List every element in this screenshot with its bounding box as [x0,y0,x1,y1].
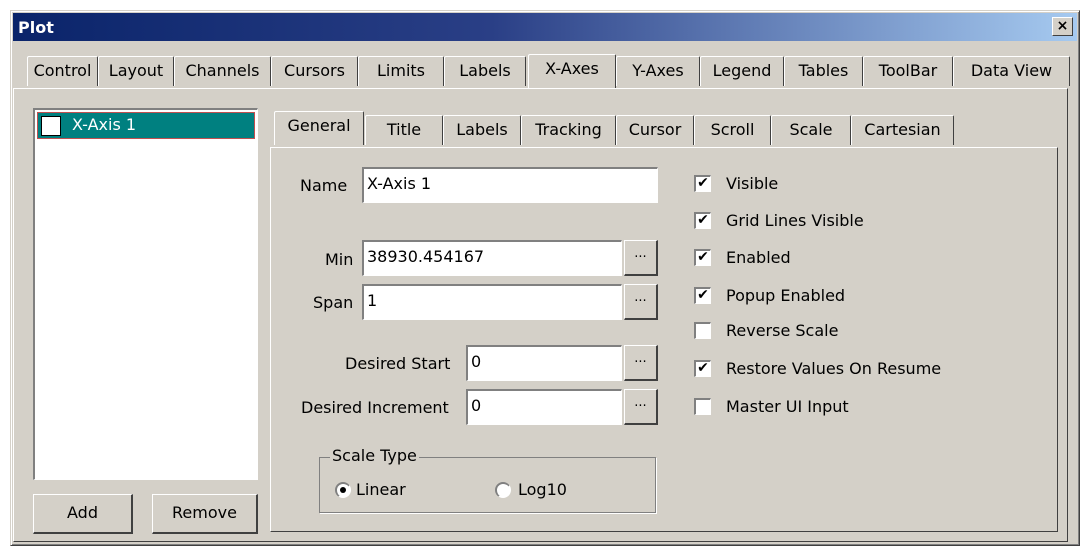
popup-enabled-label[interactable]: Popup Enabled [726,286,845,305]
tab-inner-labels[interactable]: Labels [443,115,521,145]
log10-radio[interactable] [495,482,511,498]
desired-increment-field[interactable]: 0 [466,389,622,425]
span-browse-button[interactable]: ... [624,284,658,320]
tab-labels[interactable]: Labels [444,56,526,86]
tab-tracking[interactable]: Tracking [521,115,616,145]
tab-scroll[interactable]: Scroll [694,115,771,145]
add-button[interactable]: Add [33,494,133,534]
linear-radio[interactable] [335,482,351,498]
restore-values-checkbox[interactable]: ✔ [694,360,711,377]
axis-list[interactable]: X-Axis 1 [33,108,258,480]
tab-limits[interactable]: Limits [358,56,444,86]
reverse-scale-checkbox[interactable] [694,322,711,339]
name-label: Name [300,176,348,195]
tab-scale[interactable]: Scale [771,115,851,145]
tab-x-axes[interactable]: X-Axes [528,54,616,88]
tab-tables[interactable]: Tables [784,56,863,86]
visible-label[interactable]: Visible [726,174,778,193]
tab-channels[interactable]: Channels [174,56,271,86]
desired-start-browse-button[interactable]: ... [624,345,658,381]
desired-start-label: Desired Start [345,354,451,373]
log10-label[interactable]: Log10 [518,480,567,499]
tab-legend[interactable]: Legend [700,56,784,86]
master-ui-input-checkbox[interactable] [694,398,711,415]
min-field[interactable]: 38930.454167 [362,240,622,276]
min-browse-button[interactable]: ... [624,240,658,276]
list-item-checkbox[interactable] [41,116,61,136]
visible-checkbox[interactable]: ✔ [694,175,711,192]
remove-button[interactable]: Remove [152,494,258,534]
tab-y-axes[interactable]: Y-Axes [616,56,700,86]
window-title: Plot [18,18,54,37]
reverse-scale-label[interactable]: Reverse Scale [726,321,838,340]
min-label: Min [325,250,354,269]
tab-cursors[interactable]: Cursors [271,56,358,86]
grid-lines-visible-label[interactable]: Grid Lines Visible [726,211,864,230]
close-icon[interactable]: × [1052,17,1073,36]
radio-dot [340,487,346,493]
enabled-checkbox[interactable]: ✔ [694,249,711,266]
list-item-label: X-Axis 1 [72,115,137,134]
tab-control[interactable]: Control [27,56,98,86]
desired-increment-browse-button[interactable]: ... [624,389,658,425]
tab-cursor[interactable]: Cursor [616,115,694,145]
desired-increment-label: Desired Increment [301,398,449,417]
tab-toolbar[interactable]: ToolBar [863,56,953,86]
desired-start-field[interactable]: 0 [466,345,622,381]
tab-title[interactable]: Title [365,115,443,145]
tab-general[interactable]: General [274,111,364,145]
list-item[interactable]: X-Axis 1 [37,112,255,139]
popup-enabled-checkbox[interactable]: ✔ [694,287,711,304]
tab-data-view[interactable]: Data View [953,56,1070,86]
tab-cartesian[interactable]: Cartesian [851,115,954,145]
grid-lines-visible-checkbox[interactable]: ✔ [694,212,711,229]
scale-type-title: Scale Type [330,446,419,465]
master-ui-input-label[interactable]: Master UI Input [726,397,849,416]
enabled-label[interactable]: Enabled [726,248,791,267]
tab-layout[interactable]: Layout [98,56,174,86]
restore-values-label[interactable]: Restore Values On Resume [726,359,941,378]
span-label: Span [313,293,354,312]
linear-label[interactable]: Linear [356,480,406,499]
span-field[interactable]: 1 [362,284,622,320]
name-field[interactable]: X-Axis 1 [362,167,658,203]
title-bar[interactable]: Plot × [13,13,1077,41]
